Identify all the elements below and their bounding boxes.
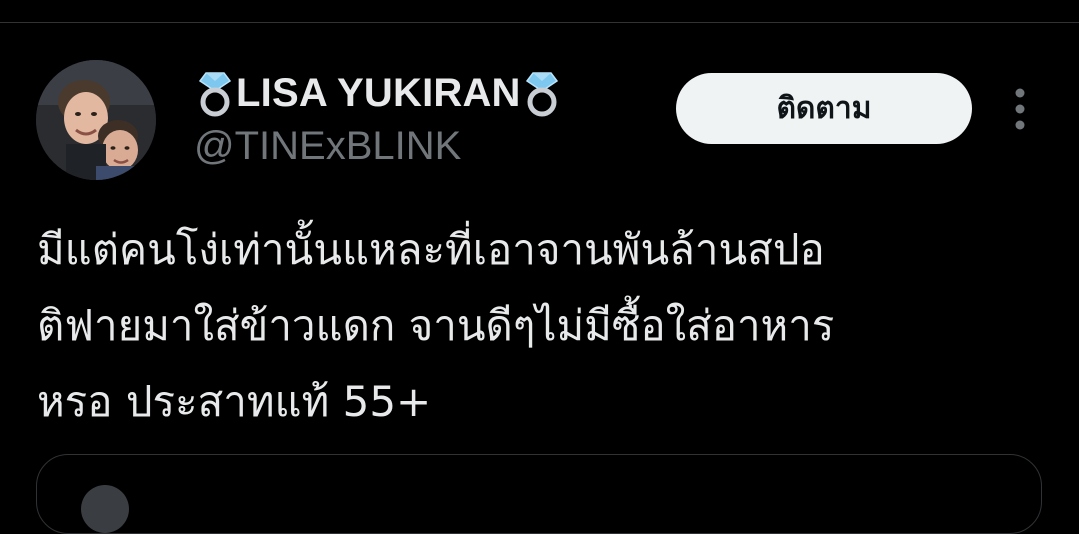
tweet-text-line: ติฟายมาใส่ข้าวแดก จานดีๆไม่มีซื้อใส่อาหา… [37,301,835,350]
tweet-text-line: มีแต่คนโง่เท่านั้นแหละที่เอาจานพันล้านสป… [37,225,825,274]
tweet-text: มีแต่คนโง่เท่านั้นแหละที่เอาจานพันล้านสป… [37,212,1047,440]
author-name-text: LISA YUKIRAN [236,70,521,115]
ring-icon [196,69,234,117]
quoted-tweet-avatar [81,485,129,533]
author-handle[interactable]: @TINExBLINK [194,124,461,169]
top-divider [0,22,1079,23]
quoted-tweet-card[interactable] [36,454,1042,534]
author-display-name[interactable]: LISA YUKIRAN [196,66,561,120]
tweet-text-line: หรอ ประสาทแท้ 55+ [37,377,432,426]
ring-icon [523,69,561,117]
avatar[interactable] [36,60,156,180]
more-options-icon[interactable] [1005,86,1035,132]
follow-button[interactable]: ติดตาม [676,73,972,144]
